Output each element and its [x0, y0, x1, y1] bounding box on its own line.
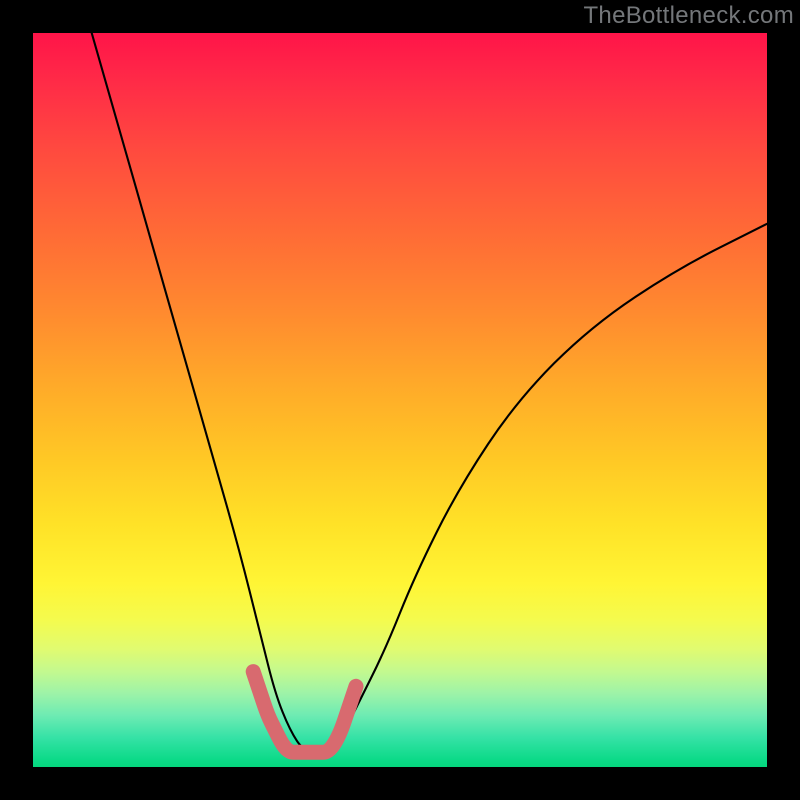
- chart-frame: TheBottleneck.com: [0, 0, 800, 800]
- chart-svg: [33, 33, 767, 767]
- watermark-text: TheBottleneck.com: [583, 2, 794, 30]
- curve-path: [92, 33, 767, 752]
- highlight-path: [253, 672, 356, 753]
- plot-area: [33, 33, 767, 767]
